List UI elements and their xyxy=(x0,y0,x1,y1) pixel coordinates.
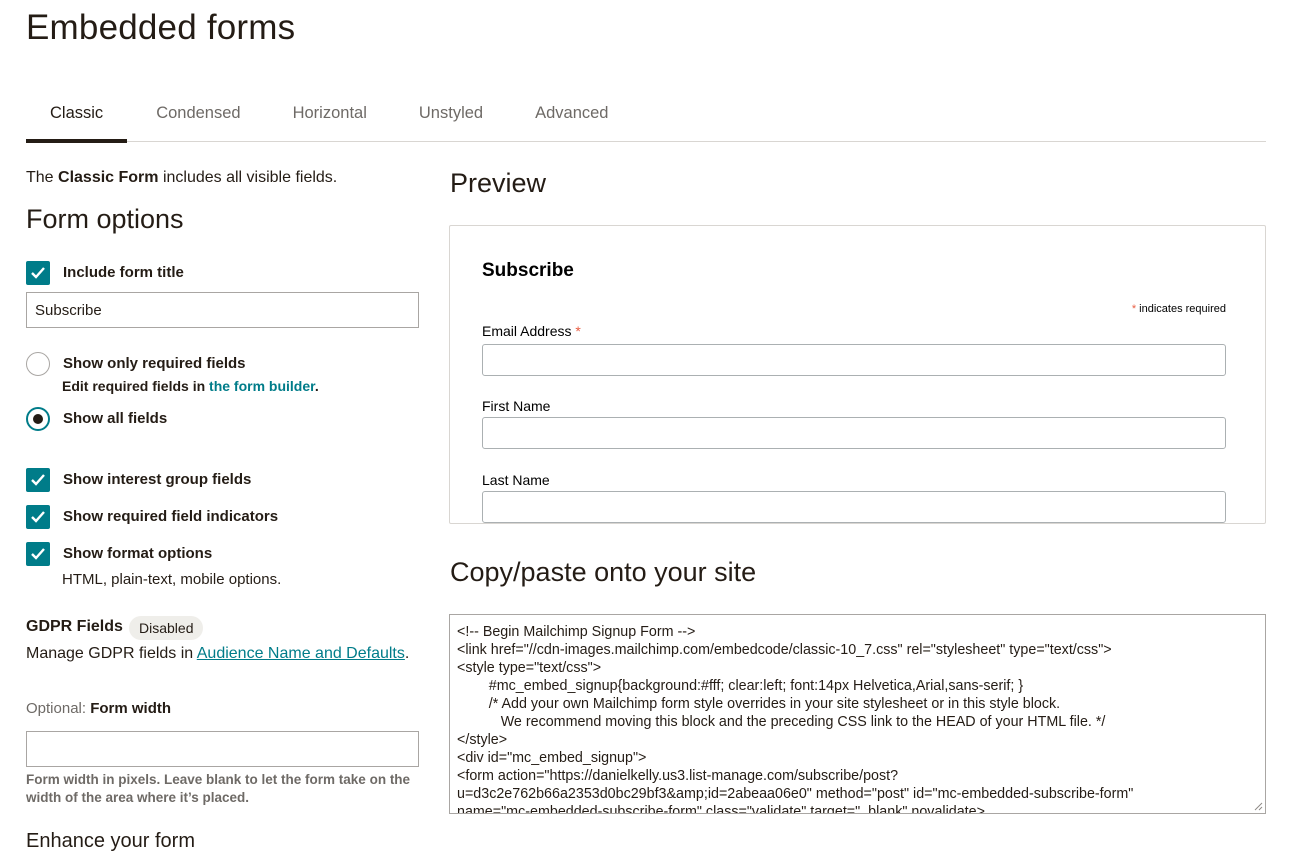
interest-groups-checkbox[interactable] xyxy=(26,468,50,492)
code-line: <form action="https://danielkelly.us3.li… xyxy=(457,768,899,784)
interest-groups-label: Show interest group fields xyxy=(63,471,252,488)
required-indicators-checkbox[interactable] xyxy=(26,505,50,529)
code-line: <!-- Begin Mailchimp Signup Form --> xyxy=(457,624,696,640)
form-preview: Subscribe * indicates required Email Add… xyxy=(449,225,1266,524)
format-options-label: Show format options xyxy=(63,545,213,562)
code-line: #mc_embed_signup{background:#fff; clear:… xyxy=(457,678,1024,694)
last-name-label: Last Name xyxy=(482,472,550,488)
show-required-radio[interactable] xyxy=(26,352,50,376)
required-indicators-label: Show required field indicators xyxy=(63,508,279,525)
check-icon xyxy=(31,511,45,523)
required-legend: * indicates required xyxy=(1131,303,1226,315)
copy-paste-title: Copy/paste onto your site xyxy=(450,557,757,587)
code-line: name="mc-embedded-subscribe-form" class=… xyxy=(457,804,985,814)
show-all-label: Show all fields xyxy=(63,410,168,427)
tab-unstyled[interactable]: Unstyled xyxy=(393,96,509,142)
code-line: We recommend moving this block and the p… xyxy=(457,714,1106,730)
email-label: Email Address * xyxy=(482,323,581,339)
intro-text: The Classic Form includes all visible fi… xyxy=(26,169,338,186)
form-type-tabs: Classic Condensed Horizontal Unstyled Ad… xyxy=(26,96,1266,143)
show-required-label: Show only required fields xyxy=(63,355,246,372)
check-icon xyxy=(31,474,45,486)
page-title: Embedded forms xyxy=(26,8,296,47)
resize-grip-icon[interactable] xyxy=(1254,802,1263,811)
form-title-input[interactable] xyxy=(26,292,419,328)
tab-condensed[interactable]: Condensed xyxy=(127,96,266,142)
required-note: Edit required fields in the form builder… xyxy=(62,378,319,394)
code-line: <style type="text/css"> xyxy=(457,660,602,676)
enhance-form-title: Enhance your form xyxy=(26,830,195,852)
preview-last-name-input[interactable] xyxy=(482,491,1226,523)
code-line: </style> xyxy=(457,732,508,748)
tab-advanced[interactable]: Advanced xyxy=(509,96,634,142)
gdpr-status-badge: Disabled xyxy=(129,616,204,640)
preview-email-input[interactable] xyxy=(482,344,1226,376)
code-line: <div id="mc_embed_signup"> xyxy=(457,750,647,766)
form-width-help: Form width in pixels. Leave blank to let… xyxy=(26,772,411,805)
first-name-label: First Name xyxy=(482,398,551,414)
include-title-label: Include form title xyxy=(63,264,184,281)
form-options-title: Form options xyxy=(26,204,184,234)
code-line: u=d3c2e762b66a2353d0bc29bf3&amp;id=2abea… xyxy=(457,786,1134,802)
audience-defaults-link[interactable]: Audience Name and Defaults xyxy=(197,645,405,662)
form-width-input[interactable] xyxy=(26,731,419,767)
check-icon xyxy=(31,267,45,279)
preview-title: Preview xyxy=(450,168,547,198)
show-all-radio[interactable] xyxy=(26,407,50,431)
tab-classic[interactable]: Classic xyxy=(26,96,128,143)
format-options-note: HTML, plain-text, mobile options. xyxy=(62,571,282,588)
check-icon xyxy=(31,548,45,560)
include-title-checkbox[interactable] xyxy=(26,261,50,285)
form-width-label: Optional: Form width xyxy=(26,700,172,717)
format-options-checkbox[interactable] xyxy=(26,542,50,566)
preview-form-title: Subscribe xyxy=(482,260,574,281)
embed-code-textarea[interactable]: <!-- Begin Mailchimp Signup Form --> <li… xyxy=(449,614,1266,814)
form-builder-link[interactable]: the form builder xyxy=(209,378,315,394)
gdpr-text: Manage GDPR fields in Audience Name and … xyxy=(26,645,410,662)
preview-first-name-input[interactable] xyxy=(482,417,1226,449)
code-line: <link href="//cdn-images.mailchimp.com/e… xyxy=(457,642,1112,658)
tab-horizontal[interactable]: Horizontal xyxy=(267,96,393,142)
code-line: /* Add your own Mailchimp form style ove… xyxy=(457,696,1061,712)
gdpr-title: GDPR Fields xyxy=(26,618,123,635)
